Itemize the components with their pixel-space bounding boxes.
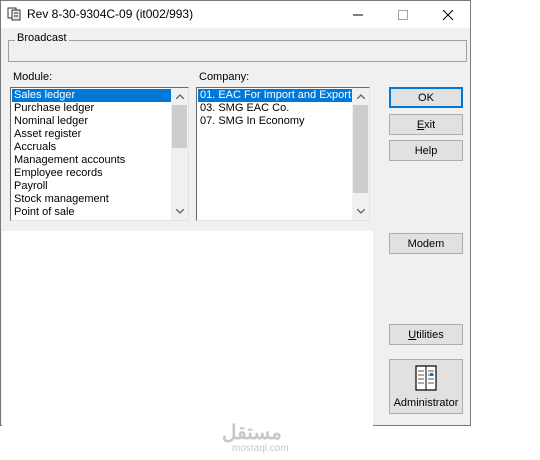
list-item[interactable]: Stock management: [12, 193, 172, 206]
list-item[interactable]: 01. EAC For Import and Export C: [198, 89, 362, 102]
modem-button[interactable]: Modem: [389, 233, 463, 254]
close-button[interactable]: [425, 1, 470, 28]
status-panel: [2, 231, 373, 426]
app-icon: [7, 7, 21, 21]
maximize-button[interactable]: [380, 1, 425, 28]
list-item[interactable]: Sales ledger: [12, 89, 172, 102]
scroll-thumb[interactable]: [353, 105, 368, 193]
list-item[interactable]: 07. SMG In Economy: [198, 115, 353, 128]
list-item[interactable]: Payroll: [12, 180, 172, 193]
watermark-url: mostaql.com: [232, 443, 289, 454]
exit-label: Exit: [416, 118, 436, 131]
chevron-down-icon: [175, 209, 184, 214]
maximize-icon: [397, 9, 408, 20]
list-item[interactable]: Nominal ledger: [12, 115, 172, 128]
scroll-down-button[interactable]: [352, 203, 369, 220]
title-bar[interactable]: Rev 8-30-9304C-09 (it002/993): [1, 1, 470, 28]
scroll-up-button[interactable]: [171, 88, 188, 105]
list-item[interactable]: Point of sale: [12, 206, 172, 219]
close-icon: [442, 9, 453, 20]
minimize-icon: [352, 14, 363, 15]
utilities-label: Utilities: [408, 328, 444, 341]
broadcast-group: [8, 40, 467, 62]
chevron-up-icon: [175, 94, 184, 99]
watermark-logo: مستقل: [222, 422, 282, 444]
chevron-up-icon: [356, 94, 365, 99]
application-window: Rev 8-30-9304C-09 (it002/993) Broadcast …: [0, 0, 471, 426]
module-listbox[interactable]: Sales ledger Purchase ledger Nominal led…: [10, 87, 189, 221]
ok-label: OK: [418, 91, 434, 104]
broadcast-label: Broadcast: [15, 32, 69, 44]
scroll-up-button[interactable]: [352, 88, 369, 105]
scroll-down-button[interactable]: [171, 203, 188, 220]
minimize-button[interactable]: [335, 1, 380, 28]
administrator-button[interactable]: Administrator: [389, 359, 463, 414]
company-listbox[interactable]: 01. EAC For Import and Export C 03. SMG …: [196, 87, 370, 221]
list-item[interactable]: Asset register: [12, 128, 172, 141]
company-label: Company:: [199, 71, 250, 83]
company-scrollbar[interactable]: [352, 88, 369, 220]
list-item[interactable]: Management accounts: [12, 154, 172, 167]
ok-button[interactable]: OK: [389, 87, 463, 108]
window-title: Rev 8-30-9304C-09 (it002/993): [27, 7, 194, 21]
ledger-book-icon: [415, 365, 437, 391]
modem-label: Modem: [407, 237, 445, 250]
module-label: Module:: [13, 71, 53, 83]
utilities-button[interactable]: Utilities: [389, 324, 463, 345]
list-item[interactable]: Employee records: [12, 167, 172, 180]
scroll-thumb[interactable]: [172, 105, 187, 148]
list-item[interactable]: Purchase ledger: [12, 102, 172, 115]
chevron-down-icon: [356, 209, 365, 214]
list-item[interactable]: Accruals: [12, 141, 172, 154]
list-item[interactable]: 03. SMG EAC Co.: [198, 102, 353, 115]
help-label: Help: [414, 144, 438, 157]
administrator-label: Administrator: [393, 397, 459, 409]
help-button[interactable]: Help: [389, 140, 463, 161]
module-scrollbar[interactable]: [171, 88, 188, 220]
exit-button[interactable]: Exit: [389, 114, 463, 135]
